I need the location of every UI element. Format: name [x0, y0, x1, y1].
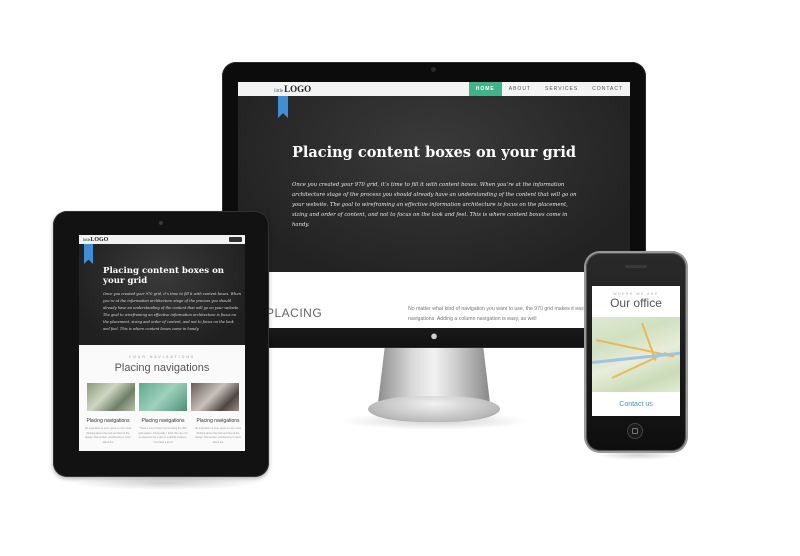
column-title[interactable]: Placing navigations: [193, 417, 243, 425]
tablet-columns: Placing navigations No inspiration is ev…: [83, 417, 243, 445]
logo-text: LOGO: [90, 237, 109, 243]
desktop-navbar: littleLOGO HOME ABOUT SERVICES CONTACT: [238, 82, 630, 97]
thumbnail-image[interactable]: [139, 383, 187, 411]
column-text: No inspiration is ever spent on any more…: [84, 427, 132, 444]
thumbnail-image[interactable]: [191, 383, 239, 411]
tablet-hero-title: Placing content boxes on your grid: [103, 266, 225, 286]
column-text: No inspiration is ever spent on any more…: [194, 427, 242, 444]
logo-prefix: little: [274, 89, 284, 94]
tablet-logo[interactable]: littleLOGO: [83, 236, 108, 244]
iphone-shadow: [596, 450, 680, 460]
logo-text: LOGO: [284, 84, 312, 94]
menu-item-home[interactable]: HOME: [468, 82, 502, 96]
home-square-icon: [632, 428, 638, 434]
office-map[interactable]: [592, 317, 680, 392]
thumbnail-image[interactable]: [87, 383, 135, 411]
desktop-screen: littleLOGO HOME ABOUT SERVICES CONTACT P…: [238, 82, 630, 328]
apple-icon: ●: [430, 328, 438, 343]
tablet-column: Placing navigations No inspiration is ev…: [83, 417, 133, 445]
desktop-menu: HOME ABOUT SERVICES CONTACT: [468, 82, 630, 96]
menu-toggle-icon[interactable]: [229, 237, 242, 242]
column-text: There’s a lot of buzz surrounding the 96…: [138, 427, 188, 444]
tablet-column: Placing navigations There’s a lot of buz…: [138, 417, 188, 445]
imac-stand-base: [368, 396, 500, 422]
imac-stand-neck: [378, 347, 490, 403]
tablet-hero-body: Once you created your 970 grid, it’s tim…: [103, 292, 241, 331]
phone-screen: WHERE WE ARE Our office Contact us: [592, 286, 680, 416]
ipad-shadow: [70, 476, 260, 490]
tablet-screen: littleLOGO Placing content boxes on your…: [79, 235, 245, 451]
menu-item-about[interactable]: ABOUT: [502, 82, 538, 96]
menu-item-contact[interactable]: CONTACT: [585, 82, 630, 96]
ipad-camera: [159, 221, 163, 225]
contact-us-link[interactable]: Contact us: [592, 401, 680, 408]
tablet-thumbnails: [87, 383, 239, 411]
desktop-hero-title: Placing content boxes on your grid: [292, 144, 577, 161]
tablet-section-title: Placing navigations: [114, 362, 210, 374]
column-title[interactable]: Placing navigations: [83, 417, 133, 425]
menu-item-services[interactable]: SERVICES: [538, 82, 585, 96]
tablet-column: Placing navigations No inspiration is ev…: [193, 417, 243, 445]
iphone-speaker: [625, 265, 647, 268]
desktop-hero-body: Once you created your 970 grid, it’s tim…: [292, 182, 577, 228]
tablet-section-kicker: YOUR NAVIGATIONS: [128, 355, 196, 359]
imac-camera: [431, 67, 436, 72]
column-title[interactable]: Placing navigations: [138, 417, 188, 425]
desktop-section-heading: PLACING: [266, 306, 323, 320]
phone-section-title: Our office: [610, 296, 662, 310]
